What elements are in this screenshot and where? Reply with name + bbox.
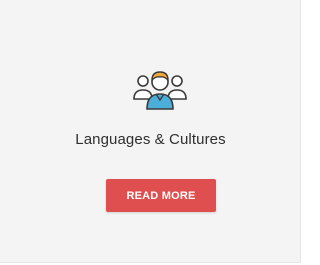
course-card: Languages & Cultures READ MORE bbox=[0, 0, 301, 263]
card-title: Languages & Cultures bbox=[75, 131, 226, 148]
people-group-icon bbox=[131, 65, 189, 111]
read-more-button[interactable]: READ MORE bbox=[106, 179, 216, 212]
